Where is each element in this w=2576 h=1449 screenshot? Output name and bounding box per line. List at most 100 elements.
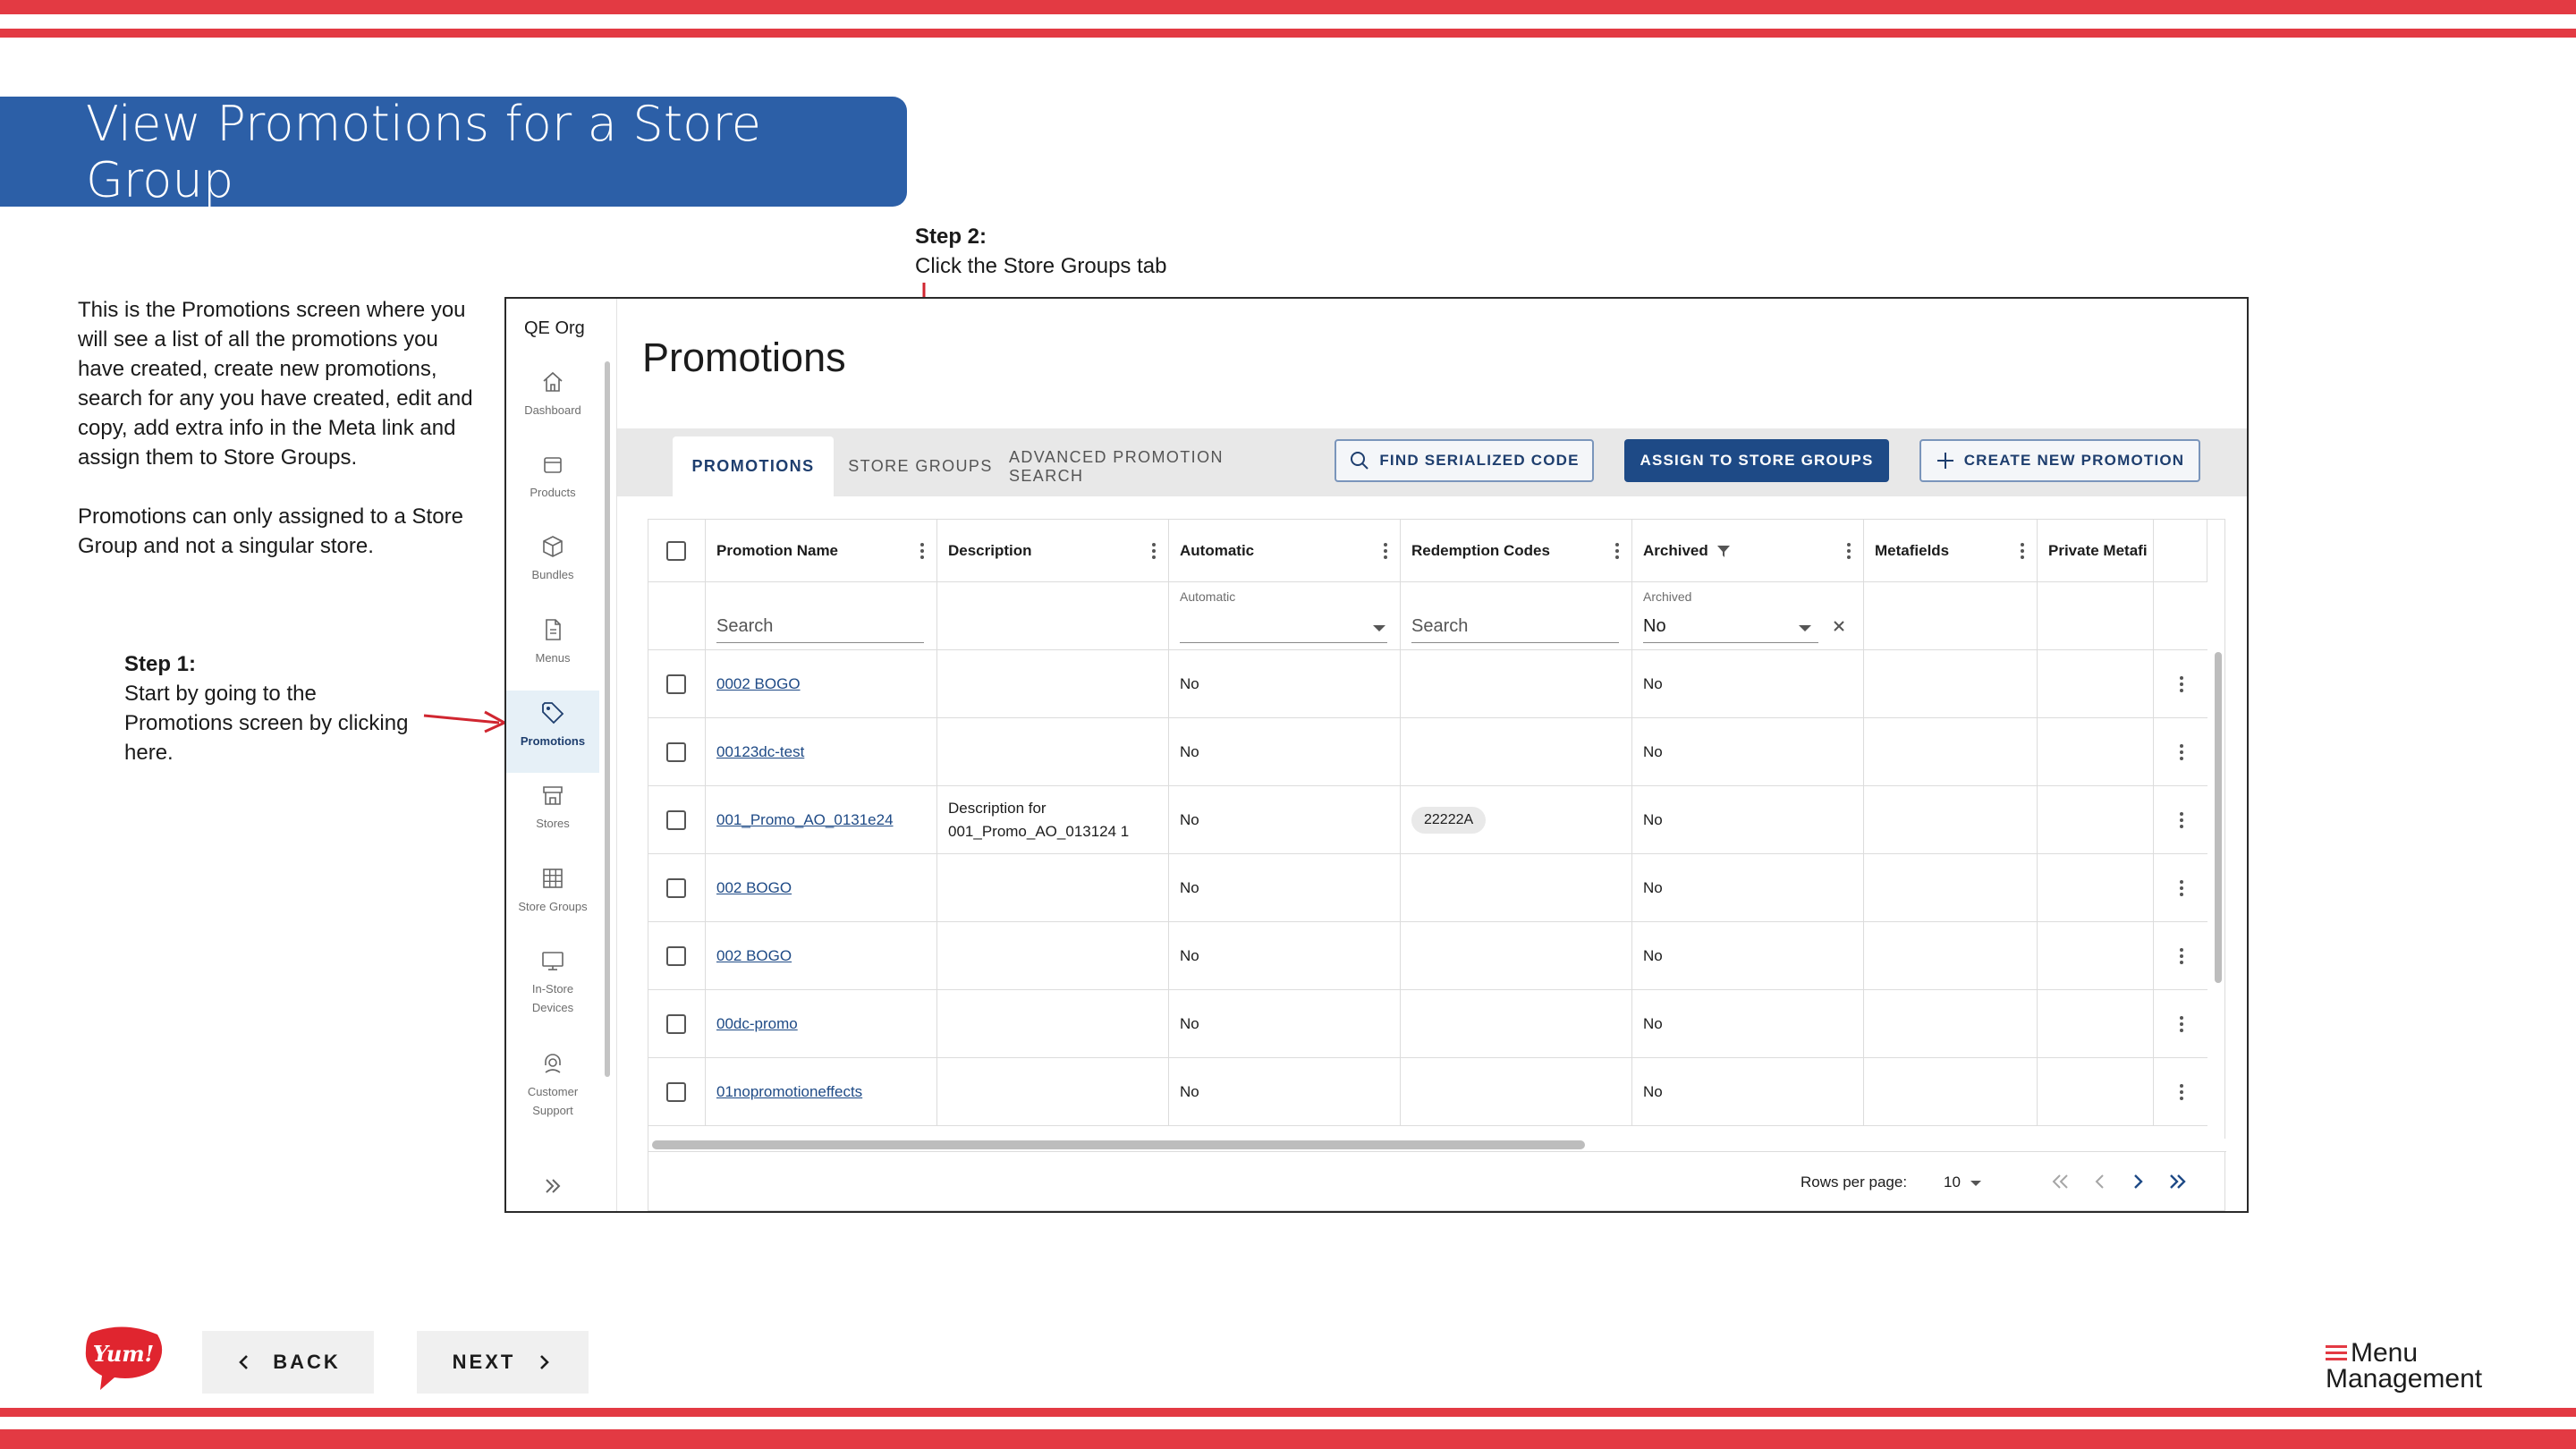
table-row[interactable]: 002 BOGO No No (648, 922, 2207, 990)
redemption-codes-cell (1401, 854, 1632, 922)
table-row[interactable]: 00dc-promo No No (648, 990, 2207, 1058)
find-serialized-code-button[interactable]: FIND SERIALIZED CODE (1335, 439, 1594, 482)
table-row[interactable]: 0002 BOGO No No (648, 650, 2207, 718)
table-row[interactable]: 01nopromotioneffects No No (648, 1058, 2207, 1126)
clear-filter-icon[interactable] (1831, 618, 1847, 634)
tab-store-groups[interactable]: STORE GROUPS (837, 436, 1004, 496)
column-header-archived[interactable]: Archived (1632, 520, 1864, 582)
column-menu-icon[interactable] (1152, 543, 1156, 559)
sidebar-item-in-store-devices[interactable]: In-Store Devices (506, 947, 599, 1046)
column-header-redemption-codes[interactable]: Redemption Codes (1401, 520, 1632, 582)
column-header-label: Redemption Codes (1411, 541, 1550, 559)
row-checkbox[interactable] (666, 810, 686, 830)
row-menu-icon[interactable] (2179, 947, 2184, 965)
horizontal-scrollbar[interactable] (652, 1140, 1585, 1149)
column-header-promotion-name[interactable]: Promotion Name (706, 520, 937, 582)
row-menu-icon[interactable] (2179, 743, 2184, 761)
yum-logo: Yum! (85, 1326, 163, 1390)
menu-management-logo: Menu Management (2326, 1340, 2482, 1393)
column-header-metafields[interactable]: Metafields (1864, 520, 2038, 582)
row-select-cell (648, 650, 706, 718)
cube-icon (543, 536, 563, 557)
sidebar-item-promotions[interactable]: Promotions (506, 691, 599, 773)
sidebar-item-bundles[interactable]: Bundles (506, 533, 599, 614)
create-new-promotion-button[interactable]: CREATE NEW PROMOTION (1919, 439, 2200, 482)
filter-cell-name: Search (706, 582, 937, 650)
select-all-checkbox[interactable] (666, 540, 686, 561)
table-row[interactable]: 001_Promo_AO_0131e24 Description for 001_P… (648, 786, 2207, 854)
metafields-cell (1864, 1058, 2038, 1126)
redemption-codes-cell (1401, 1058, 1632, 1126)
column-menu-icon[interactable] (1615, 543, 1619, 559)
row-checkbox[interactable] (666, 674, 686, 694)
column-menu-icon[interactable] (2021, 543, 2024, 559)
row-menu-icon[interactable] (2179, 675, 2184, 693)
row-checkbox[interactable] (666, 1082, 686, 1102)
promotion-name-link[interactable]: 00dc-promo (716, 1015, 798, 1033)
column-header-private-metafields[interactable]: Private Metafi (2038, 520, 2154, 582)
row-menu-icon[interactable] (2179, 1015, 2184, 1033)
private-metafields-cell (2038, 922, 2154, 990)
column-header-label: Private Metafi (2048, 541, 2148, 559)
slide-title: View Promotions for a Store Group (86, 95, 762, 208)
promotion-name-search-input[interactable]: Search (716, 616, 924, 643)
next-button[interactable]: NEXT (417, 1331, 589, 1394)
sidebar-item-menus[interactable]: Menus (506, 616, 599, 697)
description-line: Description for (948, 800, 1046, 817)
previous-page-icon[interactable] (2087, 1168, 2114, 1195)
automatic-value: No (1180, 879, 1199, 896)
row-menu-icon[interactable] (2179, 811, 2184, 829)
sidebar-item-stores[interactable]: Stores (506, 782, 599, 862)
row-checkbox[interactable] (666, 1014, 686, 1034)
row-menu-icon[interactable] (2179, 879, 2184, 897)
automatic-filter-select[interactable] (1180, 616, 1387, 643)
promotion-name-link[interactable]: 00123dc-test (716, 743, 804, 761)
bottom-stripe-1 (0, 1408, 2576, 1417)
row-checkbox[interactable] (666, 946, 686, 966)
filter-cell-select (648, 582, 706, 650)
expand-sidebar-icon[interactable] (542, 1175, 564, 1197)
yum-logo-text: Yum! (93, 1341, 154, 1367)
column-header-label: Automatic (1180, 541, 1255, 559)
last-page-icon[interactable] (2164, 1168, 2190, 1195)
archived-filter-select[interactable] (1643, 616, 1818, 643)
sidebar-scrollbar[interactable] (605, 361, 610, 1077)
promotion-name-link[interactable]: 001_Promo_AO_0131e24 (716, 811, 894, 829)
column-menu-icon[interactable] (1384, 543, 1387, 559)
row-checkbox[interactable] (666, 878, 686, 898)
table-row[interactable]: 00123dc-test No No (648, 718, 2207, 786)
row-select-cell (648, 990, 706, 1058)
vertical-scrollbar[interactable] (2215, 652, 2222, 983)
row-menu-icon[interactable] (2179, 1083, 2184, 1101)
table-row[interactable]: 002 BOGO No No (648, 854, 2207, 922)
column-menu-icon[interactable] (1847, 543, 1851, 559)
next-page-icon[interactable] (2124, 1168, 2151, 1195)
row-checkbox[interactable] (666, 742, 686, 762)
promotion-name-link[interactable]: 01nopromotioneffects (716, 1083, 862, 1101)
column-header-automatic[interactable]: Automatic (1169, 520, 1401, 582)
sidebar-item-products[interactable]: Products (506, 451, 599, 531)
sidebar-item-customer-support[interactable]: Customer Support (506, 1050, 599, 1148)
menu-lines-icon (2326, 1344, 2347, 1360)
tab-advanced-promotion-search[interactable]: ADVANCED PROMOTION SEARCH (1009, 436, 1295, 496)
sidebar-item-label: Customer Support (527, 1085, 579, 1117)
column-header-description[interactable]: Description (937, 520, 1169, 582)
sidebar-item-dashboard[interactable]: Dashboard (506, 369, 599, 449)
promotion-name-link[interactable]: 002 BOGO (716, 879, 792, 897)
promotion-name-link[interactable]: 0002 BOGO (716, 675, 801, 693)
archived-cell: No (1632, 1058, 1864, 1126)
column-menu-icon[interactable] (920, 543, 924, 559)
promotion-name-cell: 001_Promo_AO_0131e24 (706, 786, 937, 854)
rows-per-page-select[interactable]: 10 (1944, 1174, 1961, 1191)
description-cell (937, 650, 1169, 718)
promotion-name-link[interactable]: 002 BOGO (716, 947, 792, 965)
archived-value: No (1643, 879, 1663, 896)
description-cell (937, 922, 1169, 990)
tab-promotions[interactable]: PROMOTIONS (673, 436, 834, 496)
first-page-icon[interactable] (2047, 1168, 2074, 1195)
back-button[interactable]: BACK (202, 1331, 374, 1394)
sidebar-item-store-groups[interactable]: Store Groups (506, 865, 599, 945)
filter-icon[interactable] (1716, 543, 1732, 559)
redemption-codes-search-input[interactable]: Search (1411, 616, 1619, 643)
assign-to-store-groups-button[interactable]: ASSIGN TO STORE GROUPS (1624, 439, 1889, 482)
